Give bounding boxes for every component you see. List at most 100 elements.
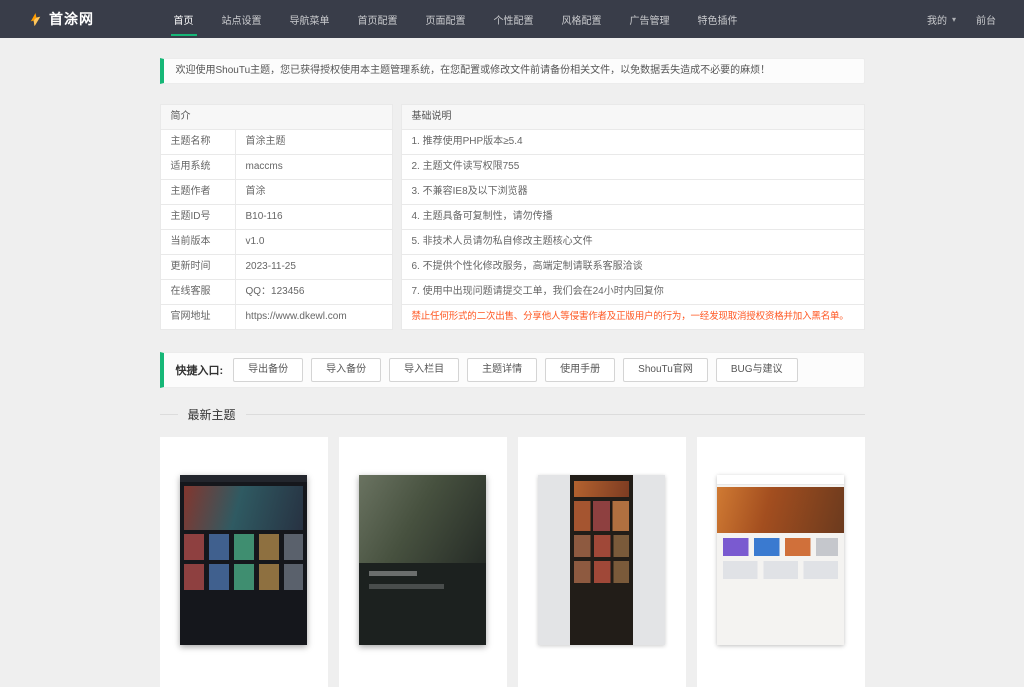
- navbar-right-item[interactable]: 我的 ▾: [917, 0, 966, 38]
- table-row: 2. 主题文件读写权限755: [400, 154, 865, 180]
- row-value: maccms: [234, 154, 393, 180]
- thumbnail-hero-image: [574, 501, 629, 531]
- navbar-item-label: 特色插件: [697, 15, 738, 27]
- logo[interactable]: 首涂网: [28, 0, 94, 38]
- row-label: 在线客服: [159, 279, 236, 305]
- logo-text: 首涂网: [49, 11, 94, 27]
- info-table: 基础说明 1. 推荐使用PHP版本≥5.4 2. 主题文件读写权限755 3. …: [400, 104, 865, 330]
- row-label: 主题作者: [159, 179, 236, 205]
- info-row-text: 5. 非技术人员请勿私自修改主题核心文件: [400, 229, 865, 255]
- row-value: QQ：123456: [234, 279, 393, 305]
- thumbnail-poster-row: [723, 561, 838, 579]
- info-row-text: 4. 主题具备可复制性，请勿传播: [400, 204, 865, 230]
- navbar-right-label: 我的: [926, 15, 947, 27]
- table-row: 当前版本 v1.0: [159, 229, 393, 255]
- thumbnail-poster-row: [369, 571, 476, 576]
- navbar-item[interactable]: 站点设置: [208, 0, 276, 38]
- info-row-text: 1. 推荐使用PHP版本≥5.4: [400, 129, 865, 155]
- navbar-item[interactable]: 首页: [160, 0, 208, 38]
- thumbnail-hero-image: [359, 475, 486, 563]
- thumbnail-header-strip: [180, 475, 307, 482]
- row-label: 当前版本: [159, 229, 236, 255]
- navbar-item[interactable]: 导航菜单: [276, 0, 344, 38]
- thumbnail-hero-image: [184, 486, 303, 530]
- thumbnail-header-strip: [717, 475, 844, 485]
- theme-card[interactable]: [159, 437, 328, 687]
- info-table-header: 基础说明: [400, 104, 865, 130]
- thumbnail-poster-row: [723, 538, 838, 556]
- tables-row: 简介 主题名称 首涂主题 适用系统 maccms 主题作者 首涂 主题ID号 B…: [159, 104, 865, 330]
- info-row-text: 7. 使用中出现问题请提交工单，我们会在24小时内回复你: [400, 279, 865, 305]
- navbar-right-item[interactable]: 前台: [966, 0, 1006, 38]
- navbar-item[interactable]: 首页配置: [344, 0, 412, 38]
- theme-card[interactable]: [517, 437, 686, 687]
- quick-entry-button[interactable]: BUG与建议: [715, 358, 798, 382]
- quick-entry-button[interactable]: 导入备份: [311, 358, 382, 382]
- intro-table-header: 简介: [159, 104, 393, 130]
- table-row: 更新时间 2023-11-25: [159, 254, 393, 280]
- navbar-item[interactable]: 特色插件: [684, 0, 752, 38]
- quick-entry: 快捷入口: 导出备份 导入备份 导入栏目 主题详情 使用手册 ShouTu官网 …: [159, 352, 865, 388]
- navbar-item-label: 广告管理: [629, 15, 670, 27]
- latest-themes-title: 最新主题: [187, 408, 236, 422]
- table-row: 官网地址 https://www.dkewl.com: [159, 304, 393, 330]
- quick-entry-button[interactable]: 导出备份: [233, 358, 304, 382]
- table-row: 1. 推荐使用PHP版本≥5.4: [400, 129, 865, 155]
- table-row: 适用系统 maccms: [159, 154, 393, 180]
- row-label: 主题ID号: [159, 204, 236, 230]
- thumbnail-poster-row: [184, 564, 303, 590]
- navbar-item[interactable]: 个性配置: [480, 0, 548, 38]
- table-row: 主题名称 首涂主题: [159, 129, 393, 155]
- thumbnail-poster-row: [369, 584, 476, 589]
- theme-card[interactable]: [338, 437, 507, 687]
- navbar-item[interactable]: 页面配置: [412, 0, 480, 38]
- quick-entry-button[interactable]: 使用手册: [545, 358, 616, 382]
- table-row: 3. 不兼容IE8及以下浏览器: [400, 179, 865, 205]
- navbar-right: 我的 ▾ 前台: [917, 0, 1006, 38]
- navbar-item[interactable]: 风格配置: [548, 0, 616, 38]
- thumbnail-poster-row: [574, 535, 629, 557]
- row-value: B10-116: [234, 204, 393, 230]
- navbar-item-label: 首页配置: [357, 15, 398, 27]
- row-value: https://www.dkewl.com: [234, 304, 393, 330]
- table-row: 禁止任何形式的二次出售、分享他人等侵害作者及正版用户的行为，一经发现取消授权资格…: [400, 304, 865, 330]
- table-row: 在线客服 QQ：123456: [159, 279, 393, 305]
- navbar-item-label: 首页: [173, 15, 194, 27]
- row-label: 适用系统: [159, 154, 236, 180]
- info-row-text: 6. 不提供个性化修改服务，高端定制请联系客服洽谈: [400, 254, 865, 280]
- welcome-text: 欢迎使用ShouTu主题，您已获得授权使用本主题管理系统，在您配置或修改文件前请…: [175, 65, 771, 76]
- latest-themes-section: 最新主题: [159, 406, 865, 423]
- row-label: 官网地址: [159, 304, 236, 330]
- info-row-text: 2. 主题文件读写权限755: [400, 154, 865, 180]
- table-row: 7. 使用中出现问题请提交工单，我们会在24小时内回复你: [400, 279, 865, 305]
- thumbnail-hero-image: [717, 487, 844, 533]
- info-row-text: 禁止任何形式的二次出售、分享他人等侵害作者及正版用户的行为，一经发现取消授权资格…: [400, 304, 865, 330]
- table-row: 主题ID号 B10-116: [159, 204, 393, 230]
- main-content: 欢迎使用ShouTu主题，您已获得授权使用本主题管理系统，在您配置或修改文件前请…: [159, 58, 865, 687]
- theme-thumbnail: [717, 475, 844, 645]
- welcome-banner: 欢迎使用ShouTu主题，您已获得授权使用本主题管理系统，在您配置或修改文件前请…: [159, 58, 865, 84]
- quick-entry-button[interactable]: 导入栏目: [389, 358, 460, 382]
- table-row: 6. 不提供个性化修改服务，高端定制请联系客服洽谈: [400, 254, 865, 280]
- navbar-item[interactable]: 广告管理: [616, 0, 684, 38]
- theme-thumbnail: [359, 475, 486, 645]
- logo-icon: [28, 12, 43, 27]
- table-row: 5. 非技术人员请勿私自修改主题核心文件: [400, 229, 865, 255]
- theme-thumbnail: [180, 475, 307, 645]
- navbar-menu: 首页 站点设置 导航菜单 首页配置 页面配置 个性配置 风格配置 广告管理 特色…: [160, 0, 865, 38]
- row-value: v1.0: [234, 229, 393, 255]
- theme-thumbnail: [538, 475, 665, 645]
- navbar-item-label: 页面配置: [425, 15, 466, 27]
- table-row: 4. 主题具备可复制性，请勿传播: [400, 204, 865, 230]
- quick-entry-button[interactable]: ShouTu官网: [623, 358, 708, 382]
- row-value: 首涂主题: [234, 129, 393, 155]
- navbar-item-label: 风格配置: [561, 15, 602, 27]
- theme-card[interactable]: [696, 437, 865, 687]
- theme-cards: [159, 437, 865, 687]
- quick-entry-label: 快捷入口:: [175, 365, 224, 377]
- navbar-item-label: 导航菜单: [289, 15, 330, 27]
- navbar-right-label: 前台: [976, 15, 996, 27]
- quick-entry-buttons: 导出备份 导入备份 导入栏目 主题详情 使用手册 ShouTu官网 BUG与建议: [233, 358, 798, 382]
- quick-entry-button[interactable]: 主题详情: [467, 358, 538, 382]
- row-value: 首涂: [234, 179, 393, 205]
